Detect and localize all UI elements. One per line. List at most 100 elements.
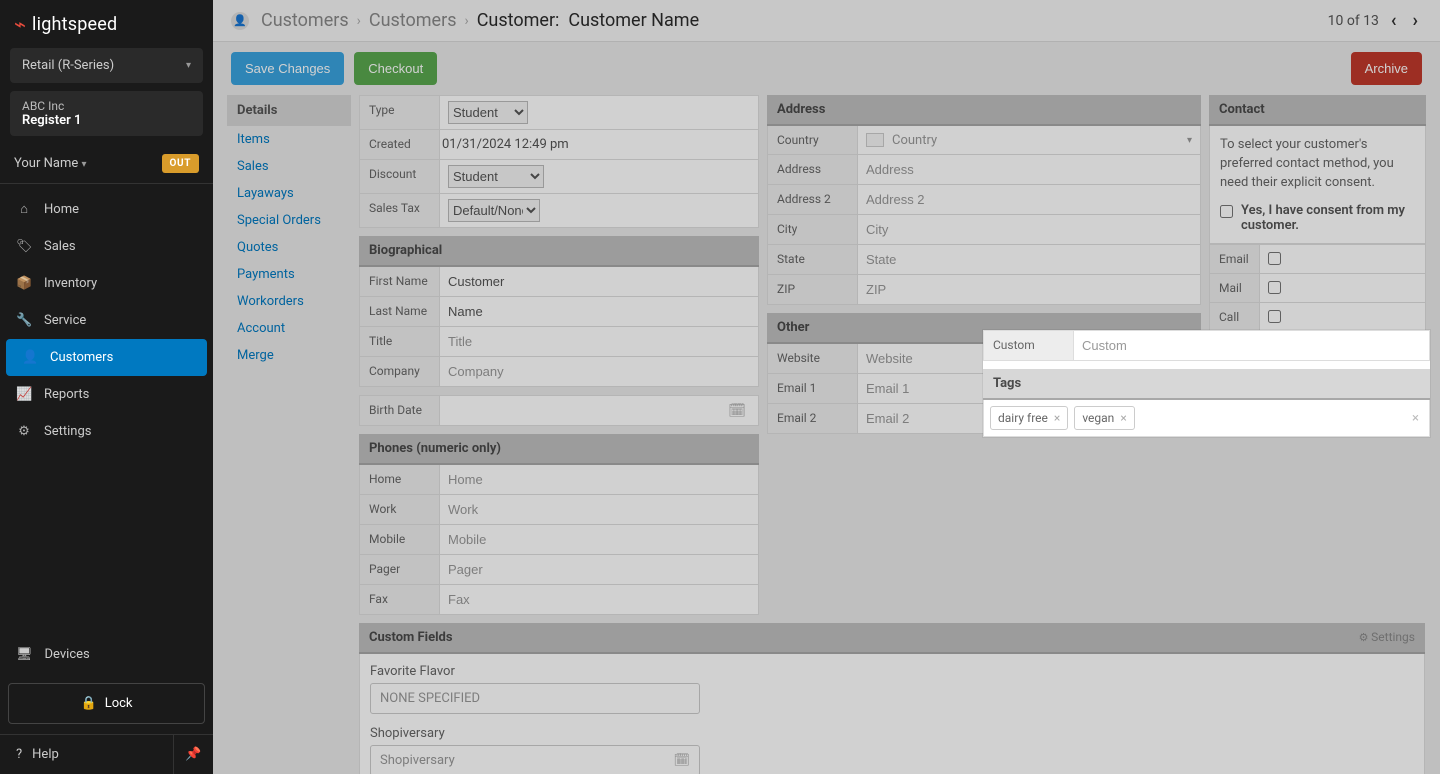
consent-checkbox[interactable]: [1220, 205, 1233, 218]
subnav-special-orders[interactable]: Special Orders: [227, 207, 351, 234]
zip-input[interactable]: [866, 280, 1192, 299]
nav-sales[interactable]: 🏷Sales: [0, 228, 213, 265]
nav-settings[interactable]: ⚙ Settings: [0, 413, 213, 450]
tag-remove-icon[interactable]: ×: [1120, 411, 1126, 425]
created-value: 01/31/2024 12:49 pm: [440, 130, 758, 159]
favorite-flavor-select[interactable]: NONE SPECIFIED: [370, 683, 700, 714]
discount-label: Discount: [360, 160, 440, 193]
address-header: Address: [767, 95, 1201, 126]
tags-header: Tags: [983, 369, 1430, 400]
title-input[interactable]: [448, 332, 750, 351]
nav-reports[interactable]: 📈Reports: [0, 376, 213, 413]
sidebar: ⌁ lightspeed Retail (R-Series) ▾ ABC Inc…: [0, 0, 213, 774]
chevron-down-icon: ▾: [1187, 135, 1192, 146]
user-icon: 👤: [231, 12, 249, 30]
subnav-workorders[interactable]: Workorders: [227, 288, 351, 315]
website-label: Website: [768, 344, 858, 373]
nav-devices[interactable]: 🖥Devices: [0, 636, 213, 673]
state-input[interactable]: [866, 250, 1192, 269]
clock-status-badge[interactable]: OUT: [162, 154, 199, 173]
user-name: Your Name: [14, 156, 78, 171]
subnav-quotes[interactable]: Quotes: [227, 234, 351, 261]
nav-label: Reports: [44, 387, 89, 402]
shopiversary-input[interactable]: Shopiversary🗓: [370, 745, 700, 774]
calendar-icon[interactable]: 🗓: [728, 403, 750, 419]
pin-button[interactable]: 📌: [173, 735, 213, 774]
email1-label: Email 1: [768, 374, 858, 403]
tags-clear-icon[interactable]: ×: [1412, 411, 1423, 426]
subnav-sales[interactable]: Sales: [227, 153, 351, 180]
company-label: Company: [360, 357, 440, 386]
phone-pager-label: Pager: [360, 555, 440, 584]
discount-select[interactable]: Student: [448, 165, 544, 188]
nav-home[interactable]: ⌂ Home: [0, 190, 213, 228]
page-counter: 10 of 13: [1328, 13, 1379, 29]
tags-input[interactable]: dairy free× vegan× ×: [983, 400, 1430, 437]
subnav-account[interactable]: Account: [227, 315, 351, 342]
address-input[interactable]: [866, 160, 1192, 179]
address-label: Address: [768, 155, 858, 184]
contact-mail-label: Mail: [1210, 274, 1260, 302]
nav-label: Customers: [50, 350, 113, 365]
phone-fax-input[interactable]: [448, 590, 750, 609]
help-button[interactable]: ?Help: [0, 735, 173, 774]
type-select[interactable]: Student: [448, 101, 528, 124]
checkout-button[interactable]: Checkout: [354, 52, 437, 85]
next-button[interactable]: ›: [1409, 10, 1422, 31]
phones-header: Phones (numeric only): [359, 434, 759, 465]
gear-icon: ⚙: [16, 424, 32, 439]
custom-input[interactable]: [1082, 336, 1421, 355]
phone-work-label: Work: [360, 495, 440, 524]
chevron-right-icon: ›: [357, 13, 361, 29]
biographical-header: Biographical: [359, 236, 759, 267]
city-input[interactable]: [866, 220, 1192, 239]
birth-date-input[interactable]: [448, 401, 728, 420]
phone-work-input[interactable]: [448, 500, 750, 519]
nav-label: Home: [44, 202, 79, 217]
action-bar: Save Changes Checkout Archive: [213, 42, 1440, 95]
nav-service[interactable]: 🔧Service: [0, 302, 213, 339]
company-register-box[interactable]: ABC Inc Register 1: [10, 91, 203, 136]
crumb-customers-root[interactable]: Customers: [261, 10, 349, 31]
phone-mobile-label: Mobile: [360, 525, 440, 554]
address2-input[interactable]: [866, 190, 1192, 209]
country-select[interactable]: Country▾: [892, 133, 1192, 148]
flag-icon: [866, 133, 884, 147]
tag-remove-icon[interactable]: ×: [1054, 411, 1060, 425]
lock-icon: 🔒: [81, 696, 97, 711]
chevron-down-icon: ▾: [81, 159, 86, 170]
last-name-input[interactable]: [448, 302, 750, 321]
brand-word: lightspeed: [32, 14, 117, 35]
brand-logo: ⌁ lightspeed: [0, 0, 213, 48]
first-name-input[interactable]: [448, 272, 750, 291]
company-name: ABC Inc: [22, 99, 191, 113]
contact-helptext: To select your customer's preferred cont…: [1210, 126, 1425, 203]
prev-button[interactable]: ‹: [1387, 10, 1401, 31]
crumb-current: Customer: Customer Name: [477, 10, 699, 31]
nav-label: Service: [44, 313, 86, 328]
phone-home-input[interactable]: [448, 470, 750, 489]
contact-header: Contact: [1209, 95, 1426, 126]
user-row[interactable]: Your Name ▾ OUT: [0, 144, 213, 184]
retail-line-select[interactable]: Retail (R-Series) ▾: [10, 48, 203, 83]
salestax-select[interactable]: Default/None: [448, 199, 540, 222]
phone-pager-input[interactable]: [448, 560, 750, 579]
save-button[interactable]: Save Changes: [231, 52, 344, 85]
archive-button[interactable]: Archive: [1351, 52, 1422, 85]
company-input[interactable]: [448, 362, 750, 381]
contact-email-checkbox[interactable]: [1268, 252, 1281, 265]
subnav-items[interactable]: Items: [227, 126, 351, 153]
crumb-customers-list[interactable]: Customers: [369, 10, 457, 31]
contact-call-checkbox[interactable]: [1268, 310, 1281, 323]
subnav-payments[interactable]: Payments: [227, 261, 351, 288]
contact-mail-checkbox[interactable]: [1268, 281, 1281, 294]
subnav-merge[interactable]: Merge: [227, 342, 351, 369]
city-label: City: [768, 215, 858, 244]
nav-customers[interactable]: 👤Customers: [6, 339, 207, 376]
nav-label: Settings: [44, 424, 91, 439]
home-icon: ⌂: [16, 201, 32, 217]
subnav-layaways[interactable]: Layaways: [227, 180, 351, 207]
phone-mobile-input[interactable]: [448, 530, 750, 549]
lock-button[interactable]: 🔒Lock: [8, 683, 205, 724]
nav-inventory[interactable]: 📦Inventory: [0, 265, 213, 302]
